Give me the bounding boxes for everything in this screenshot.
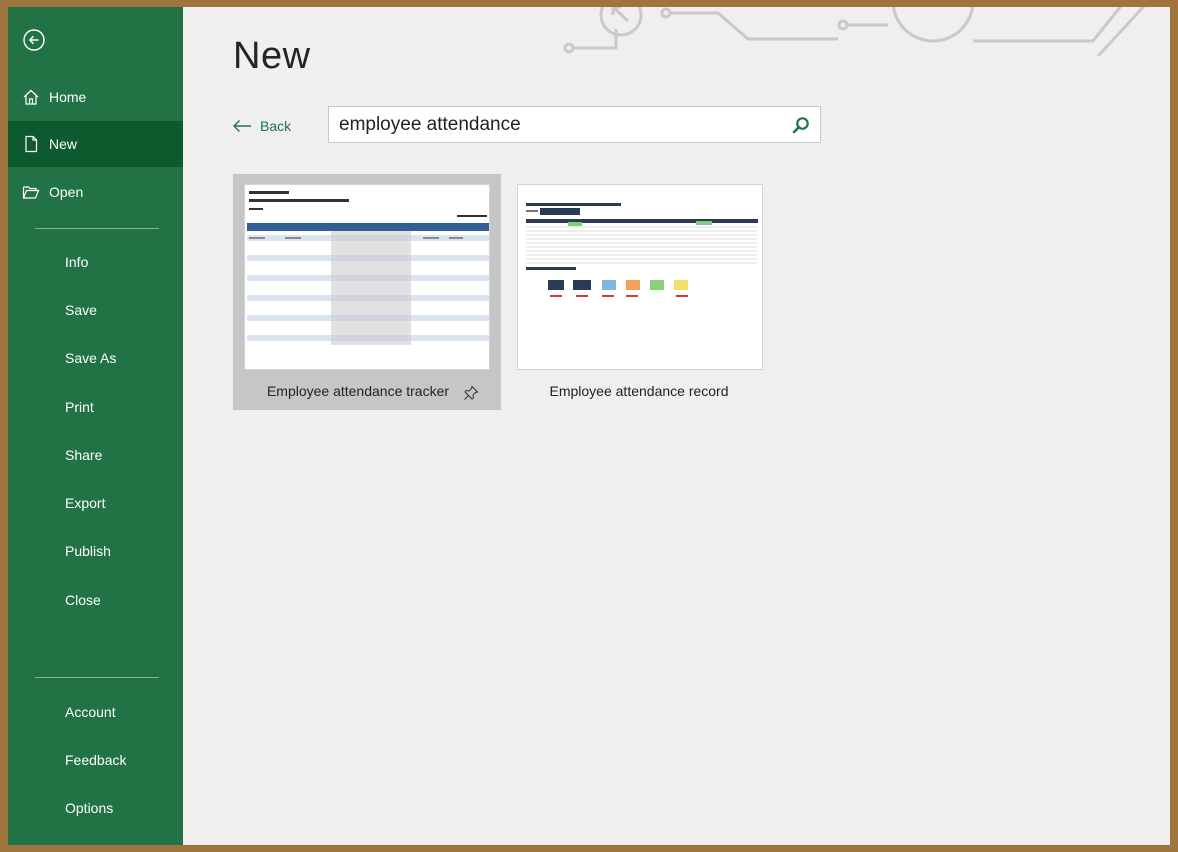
- page-title: New: [233, 35, 311, 77]
- back-link[interactable]: Back: [232, 118, 291, 134]
- sidebar-item-options[interactable]: Options: [65, 800, 113, 816]
- template-card-attendance-record[interactable]: Employee attendance record: [512, 174, 766, 410]
- sidebar-item-label: New: [49, 136, 78, 152]
- folder-open-icon: [22, 183, 40, 201]
- sidebar-item-new[interactable]: New: [8, 121, 183, 167]
- sidebar-item-share[interactable]: Share: [65, 447, 102, 463]
- circuit-decoration: [563, 7, 1146, 58]
- sidebar-item-publish[interactable]: Publish: [65, 543, 111, 559]
- home-icon: [22, 88, 40, 106]
- sidebar-item-label: Open: [49, 184, 84, 200]
- template-card-attendance-tracker[interactable]: Employee attendance tracker: [233, 174, 501, 410]
- arrow-left-icon: [233, 120, 251, 132]
- sidebar-divider: [35, 677, 159, 678]
- back-arrow-circle-icon[interactable]: [22, 28, 46, 52]
- template-search-box[interactable]: [328, 106, 821, 143]
- sidebar-item-print[interactable]: Print: [65, 399, 94, 415]
- sidebar-item-open[interactable]: Open: [8, 169, 183, 215]
- sidebar-item-feedback[interactable]: Feedback: [65, 752, 126, 768]
- new-document-icon: [22, 135, 40, 153]
- template-name: Employee attendance record: [549, 383, 729, 399]
- template-name: Employee attendance tracker: [266, 383, 450, 399]
- sidebar-item-account[interactable]: Account: [65, 704, 116, 720]
- template-thumbnail: [517, 184, 763, 370]
- backstage-window: Home New Open Info Save Save As Print Sh…: [8, 7, 1170, 845]
- pin-icon[interactable]: [463, 385, 479, 401]
- sidebar-item-save-as[interactable]: Save As: [65, 350, 116, 366]
- sidebar-item-info[interactable]: Info: [65, 254, 88, 270]
- back-link-label: Back: [260, 118, 292, 134]
- sidebar-item-save[interactable]: Save: [65, 302, 97, 318]
- search-icon[interactable]: [792, 116, 810, 134]
- search-input[interactable]: [329, 109, 779, 140]
- sidebar-divider: [35, 228, 159, 229]
- sidebar-item-home[interactable]: Home: [8, 74, 183, 120]
- sidebar-item-label: Home: [49, 89, 87, 105]
- backstage-sidebar: Home New Open Info Save Save As Print Sh…: [8, 7, 183, 845]
- sidebar-item-export[interactable]: Export: [65, 495, 105, 511]
- template-thumbnail: [244, 184, 490, 370]
- sidebar-item-close[interactable]: Close: [65, 592, 101, 608]
